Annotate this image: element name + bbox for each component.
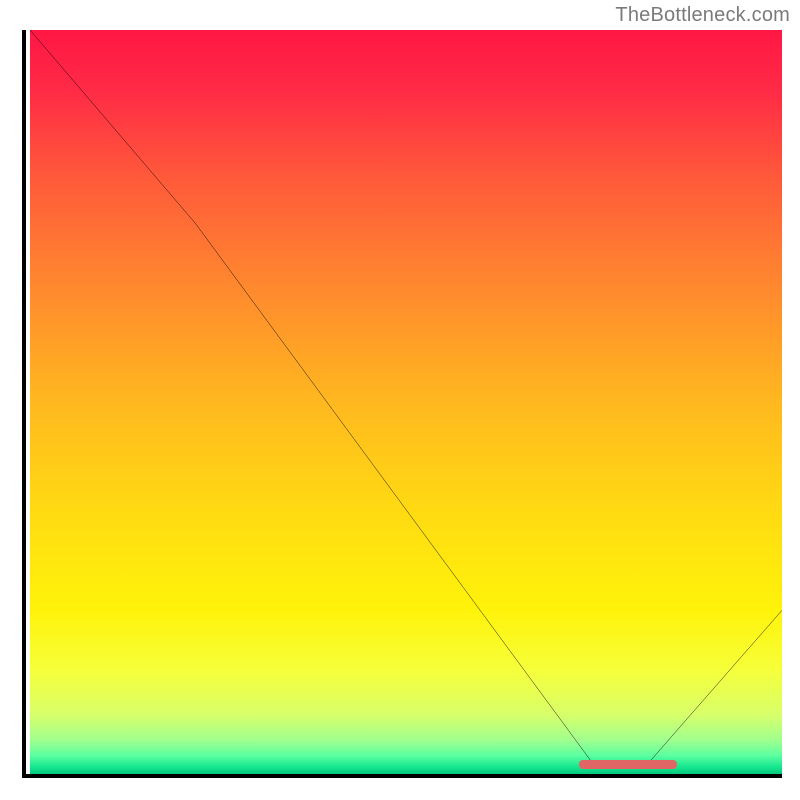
plot-axes (22, 30, 782, 778)
chart-container: TheBottleneck.com (0, 0, 800, 800)
attribution-text: TheBottleneck.com (615, 4, 790, 27)
bottleneck-curve (30, 30, 782, 774)
optimal-range-marker (579, 760, 677, 769)
